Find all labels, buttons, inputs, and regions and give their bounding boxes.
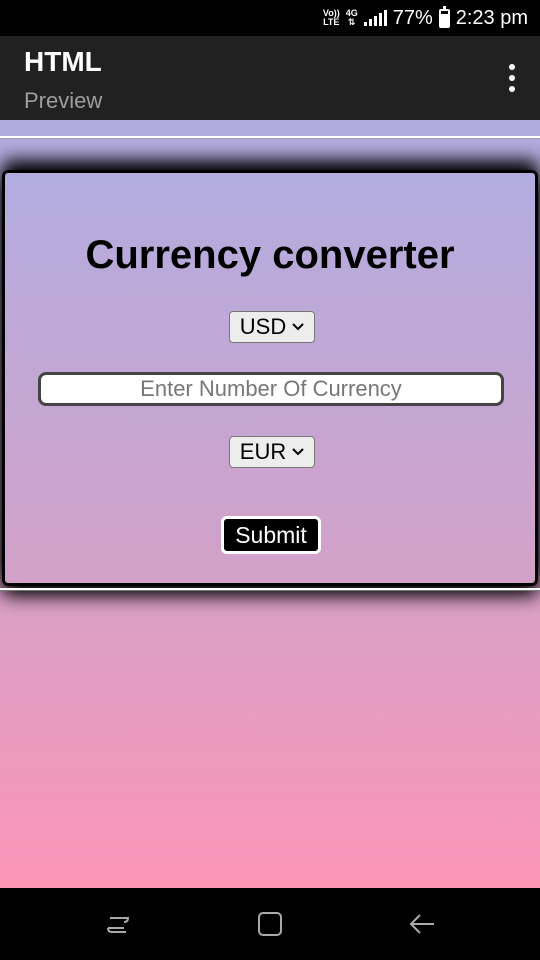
status-bar: Vo)) LTE 4G ⇅ 77% 2:23 pm — [0, 0, 540, 36]
battery-percent: 77% — [392, 6, 433, 29]
preview-page: Currency converter USD EUR Submit — [0, 120, 540, 888]
signal-icon — [363, 10, 387, 26]
clock: 2:23 pm — [455, 6, 528, 29]
more-vert-icon[interactable] — [506, 64, 518, 92]
amount-input[interactable] — [38, 372, 504, 406]
from-currency-select[interactable]: USD — [229, 311, 315, 343]
app-subtitle: Preview — [24, 88, 103, 113]
app-bar: HTML Preview — [0, 36, 540, 120]
from-currency-value: USD — [239, 314, 287, 339]
battery-icon — [438, 5, 450, 28]
back-icon[interactable] — [402, 906, 442, 942]
bottom-divider — [0, 588, 540, 590]
home-icon[interactable] — [250, 906, 290, 942]
volte-icon: Vo)) LTE — [322, 8, 340, 27]
to-currency-value: EUR — [239, 439, 287, 464]
to-currency-select[interactable]: EUR — [229, 436, 315, 468]
network-4g-icon: 4G ⇅ — [345, 8, 358, 27]
recent-apps-icon[interactable] — [98, 906, 138, 942]
app-title: HTML — [24, 46, 102, 77]
chevron-down-icon — [292, 323, 304, 331]
navigation-bar — [0, 888, 540, 960]
converter-card: Currency converter USD EUR Submit — [2, 170, 538, 586]
top-divider — [0, 136, 540, 138]
status-icons: Vo)) LTE 4G ⇅ 77% 2:23 pm — [323, 0, 528, 36]
chevron-down-icon — [292, 448, 304, 456]
submit-button[interactable]: Submit — [221, 516, 321, 554]
page-title: Currency converter — [85, 233, 455, 277]
